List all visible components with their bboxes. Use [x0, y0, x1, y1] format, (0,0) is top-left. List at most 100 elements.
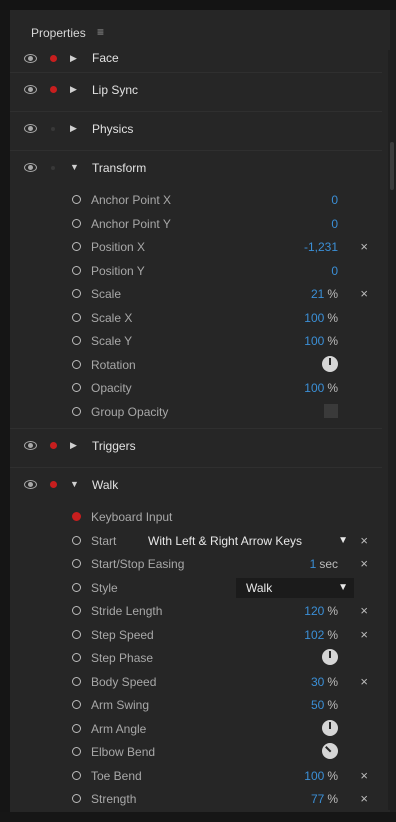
reset-close-icon[interactable]: × [360, 239, 368, 254]
reset-close-icon[interactable]: × [360, 286, 368, 301]
opacity-value[interactable]: 100% [304, 381, 338, 395]
triangle-right-icon[interactable]: ▶ [70, 84, 77, 95]
stopwatch-circle-icon[interactable] [72, 336, 81, 345]
property-row-body-speed: Body Speed 30% × [10, 671, 382, 695]
value-unit: % [327, 287, 338, 301]
anchor-point-x-value[interactable]: 0 [331, 193, 338, 207]
stopwatch-circle-icon[interactable] [72, 794, 81, 803]
eye-icon[interactable] [24, 54, 37, 63]
panel-menu-icon[interactable]: ≡ [97, 25, 104, 39]
stopwatch-circle-icon[interactable] [72, 582, 81, 592]
record-dot-icon[interactable] [51, 127, 55, 131]
value-number: 1 [309, 557, 317, 571]
stopwatch-circle-icon[interactable] [72, 723, 81, 733]
stopwatch-circle-icon[interactable] [72, 406, 81, 416]
value-number: 100 [304, 310, 325, 325]
step-phase-dial[interactable] [322, 649, 338, 665]
eye-icon[interactable] [24, 85, 37, 94]
record-dot-icon[interactable] [50, 55, 57, 62]
stopwatch-circle-icon[interactable] [72, 383, 81, 392]
value-unit: % [327, 627, 338, 642]
triangle-down-icon[interactable]: ▼ [70, 479, 79, 489]
property-label: Scale Y [91, 334, 133, 348]
position-x-value[interactable]: -1,231 [304, 240, 338, 254]
stopwatch-circle-icon[interactable] [72, 218, 81, 228]
stride-length-value[interactable]: 120% [304, 604, 338, 618]
value-number: -1,231 [303, 240, 338, 254]
body-speed-value[interactable]: 30% [311, 675, 338, 689]
stopwatch-circle-icon[interactable] [72, 535, 81, 545]
group-header-face[interactable]: ▶ Face [10, 50, 382, 72]
reset-close-icon[interactable]: × [360, 674, 368, 689]
property-row-scale-x: Scale X 100% [10, 307, 382, 331]
stopwatch-circle-icon[interactable] [72, 195, 81, 204]
stopwatch-circle-icon[interactable] [72, 770, 81, 780]
property-label: Strength [91, 792, 137, 806]
anchor-point-y-value[interactable]: 0 [331, 217, 338, 231]
record-dot-icon[interactable] [50, 481, 57, 488]
record-dot-icon[interactable] [72, 512, 81, 521]
property-row-position-y: Position Y 0 [10, 260, 382, 284]
reset-close-icon[interactable]: × [360, 603, 368, 618]
group-header-physics[interactable]: ▶ Physics [10, 111, 382, 150]
value-unit: % [327, 381, 338, 395]
triangle-right-icon[interactable]: ▶ [70, 123, 77, 134]
reset-close-icon[interactable]: × [360, 556, 368, 571]
rotation-dial[interactable] [322, 355, 338, 372]
property-row-strength: Strength 77% × [10, 788, 382, 812]
value-number: 0 [331, 193, 338, 207]
step-speed-value[interactable]: 102% [304, 628, 338, 642]
stopwatch-circle-icon[interactable] [72, 359, 81, 369]
property-row-step-speed: Step Speed 102% × [10, 624, 382, 648]
stopwatch-circle-icon[interactable] [72, 312, 81, 322]
stopwatch-circle-icon[interactable] [72, 700, 81, 709]
property-label: Rotation [91, 357, 136, 372]
group-header-transform[interactable]: ▼ Transform [10, 150, 382, 189]
scrollbar-thumb[interactable] [390, 142, 394, 190]
record-dot-icon[interactable] [50, 442, 57, 449]
group-header-lip-sync[interactable]: ▶ Lip Sync [10, 72, 382, 111]
group-header-triggers[interactable]: ▶ Triggers [10, 428, 382, 467]
value-number: 100 [304, 334, 325, 348]
stopwatch-circle-icon[interactable] [72, 242, 81, 251]
scale-value[interactable]: 21% [311, 287, 338, 301]
group-header-walk[interactable]: ▼ Walk [10, 467, 382, 506]
group-opacity-checkbox[interactable] [324, 403, 338, 418]
stopwatch-circle-icon[interactable] [72, 265, 81, 275]
scale-y-value[interactable]: 100% [304, 334, 338, 348]
elbow-bend-dial[interactable] [322, 743, 338, 759]
reset-close-icon[interactable]: × [360, 533, 368, 548]
eye-icon[interactable] [24, 441, 37, 450]
reset-close-icon[interactable]: × [360, 627, 368, 642]
triangle-down-icon[interactable]: ▼ [70, 162, 79, 172]
stopwatch-circle-icon[interactable] [72, 606, 81, 615]
reset-close-icon[interactable]: × [360, 791, 368, 806]
arm-swing-value[interactable]: 50% [311, 698, 338, 712]
stopwatch-circle-icon[interactable] [72, 653, 81, 662]
reset-close-icon[interactable]: × [360, 768, 368, 783]
record-dot-icon[interactable] [51, 166, 55, 170]
scale-x-value[interactable]: 100% [304, 311, 338, 325]
stopwatch-circle-icon[interactable] [72, 559, 81, 568]
start-dropdown[interactable]: With Left & Right Arrow Keys ▼ [138, 531, 354, 551]
start-stop-easing-value[interactable]: 1 sec [310, 557, 338, 571]
position-y-value[interactable]: 0 [331, 264, 338, 278]
eye-icon[interactable] [24, 480, 37, 489]
value-unit: % [327, 310, 338, 325]
eye-icon[interactable] [24, 124, 37, 133]
stopwatch-circle-icon[interactable] [72, 676, 81, 686]
toe-bend-value[interactable]: 100% [304, 769, 338, 783]
property-row-style: Style Walk ▼ [10, 577, 382, 601]
eye-icon[interactable] [24, 163, 37, 172]
arm-angle-dial[interactable] [322, 719, 338, 736]
triangle-right-icon[interactable]: ▶ [70, 53, 77, 64]
property-label: Step Speed [91, 627, 154, 642]
stopwatch-circle-icon[interactable] [72, 747, 81, 756]
record-dot-icon[interactable] [50, 86, 57, 93]
group-name: Lip Sync [92, 83, 139, 97]
stopwatch-circle-icon[interactable] [72, 629, 81, 639]
style-dropdown[interactable]: Walk ▼ [236, 577, 354, 598]
stopwatch-circle-icon[interactable] [72, 289, 81, 298]
triangle-right-icon[interactable]: ▶ [70, 440, 77, 451]
strength-value[interactable]: 77% [311, 792, 338, 806]
